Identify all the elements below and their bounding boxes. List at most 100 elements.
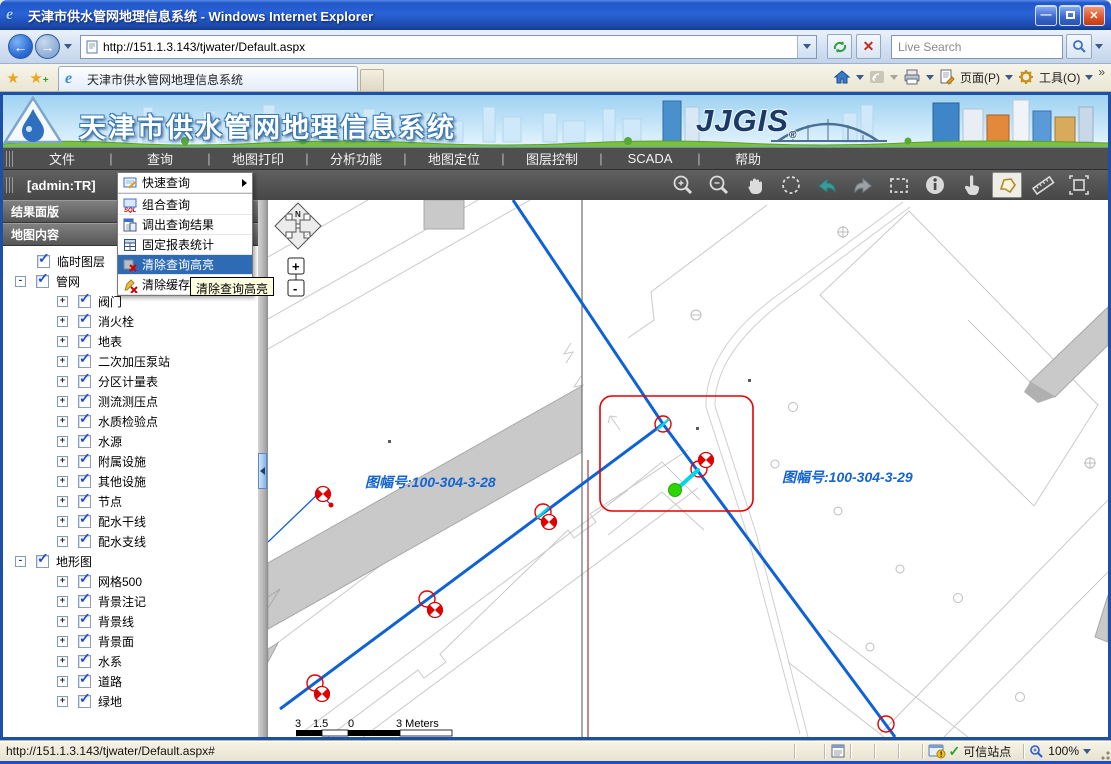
history-dropdown-icon[interactable] [64, 44, 72, 49]
menu-item-combo-query[interactable]: SQL 组合查询 [118, 195, 252, 215]
expand-expander-icon[interactable]: + [57, 476, 68, 487]
page-dropdown-icon[interactable] [1005, 75, 1013, 80]
layer-label[interactable]: 道路 [98, 673, 122, 690]
menu-map-print[interactable]: 地图打印 [213, 149, 303, 168]
home-dropdown-icon[interactable] [856, 75, 864, 80]
expand-expander-icon[interactable]: + [57, 316, 68, 327]
layer-checkbox[interactable]: ✓ [78, 335, 91, 348]
previous-extent-tool[interactable] [812, 172, 842, 198]
layer-label[interactable]: 地表 [98, 333, 122, 350]
zoom-in-tool[interactable] [668, 172, 698, 198]
map-zoom-buttons[interactable]: + - [288, 258, 304, 296]
zoom-out-tool[interactable] [704, 172, 734, 198]
expand-expander-icon[interactable]: + [57, 456, 68, 467]
layer-checkbox[interactable]: ✓ [78, 635, 91, 648]
toolbar-overflow-chevron[interactable]: » [1098, 65, 1105, 79]
tools-menu-label[interactable]: 工具(O) [1039, 69, 1080, 86]
pan-tool[interactable] [740, 172, 770, 198]
layer-checkbox[interactable]: ✓ [78, 315, 91, 328]
expand-expander-icon[interactable]: + [57, 596, 68, 607]
layer-label[interactable]: 水系 [98, 653, 122, 670]
menu-item-clear-highlight[interactable]: 清除查询高亮 [118, 255, 252, 275]
maximize-button[interactable] [1059, 5, 1081, 26]
layer-checkbox[interactable]: ✓ [78, 515, 91, 528]
layer-label[interactable]: 其他设施 [98, 473, 146, 490]
map-viewport[interactable]: 图幅号:100-304-3-28 图幅号:100-304-3-29 3 1.5 … [268, 200, 1108, 737]
layer-label[interactable]: 背景面 [98, 633, 134, 650]
expand-expander-icon[interactable]: + [57, 576, 68, 587]
layer-label[interactable]: 配水支线 [98, 533, 146, 550]
menu-map-locate[interactable]: 地图定位 [409, 149, 499, 168]
expand-expander-icon[interactable]: + [57, 496, 68, 507]
layer-label[interactable]: 地形图 [56, 553, 92, 570]
menu-help[interactable]: 帮助 [703, 149, 793, 168]
menu-file[interactable]: 文件 [17, 149, 107, 168]
add-favorite-button[interactable]: ★+ [26, 69, 52, 91]
layer-checkbox[interactable]: ✓ [78, 375, 91, 388]
collapse-expander-icon[interactable]: - [15, 556, 26, 567]
feeds-icon[interactable] [869, 70, 885, 84]
layer-checkbox[interactable]: ✓ [78, 355, 91, 368]
layer-checkbox[interactable]: ✓ [78, 595, 91, 608]
layer-label[interactable]: 管网 [56, 273, 80, 290]
layer-label[interactable]: 绿地 [98, 693, 122, 710]
layer-label[interactable]: 附属设施 [98, 453, 146, 470]
collapse-expander-icon[interactable]: - [15, 276, 26, 287]
menu-query[interactable]: 查询 [115, 149, 205, 168]
layer-label[interactable]: 临时图层 [57, 253, 105, 270]
layer-checkbox[interactable]: ✓ [78, 655, 91, 668]
expand-expander-icon[interactable]: + [57, 336, 68, 347]
layer-checkbox[interactable]: ✓ [78, 495, 91, 508]
layer-label[interactable]: 网格500 [98, 573, 142, 590]
expand-expander-icon[interactable]: + [57, 396, 68, 407]
resize-grip[interactable] [1097, 747, 1111, 761]
tools-dropdown-icon[interactable] [1085, 75, 1093, 80]
layer-checkbox[interactable]: ✓ [78, 435, 91, 448]
layer-checkbox[interactable]: ✓ [78, 615, 91, 628]
address-field[interactable]: http://151.1.3.143/tjwater/Default.aspx [80, 35, 817, 59]
expand-expander-icon[interactable]: + [57, 296, 68, 307]
expand-expander-icon[interactable]: + [57, 616, 68, 627]
menu-analysis[interactable]: 分析功能 [311, 149, 401, 168]
active-tab[interactable]: e 天津市供水管网地理信息系统 [58, 66, 358, 91]
back-button[interactable]: ← [8, 34, 33, 59]
menu-layer-control[interactable]: 图层控制 [507, 149, 597, 168]
menu-scada[interactable]: SCADA [605, 151, 695, 166]
layer-checkbox[interactable]: ✓ [78, 475, 91, 488]
map-nav-widget[interactable]: N [275, 203, 321, 249]
layer-checkbox[interactable]: ✓ [78, 455, 91, 468]
layer-checkbox[interactable]: ✓ [36, 275, 49, 288]
menu-item-quick-query[interactable]: 快速查询 [118, 173, 252, 193]
expand-expander-icon[interactable]: + [57, 636, 68, 647]
layer-label[interactable]: 配水干线 [98, 513, 146, 530]
polygon-select-tool[interactable] [992, 172, 1022, 198]
next-extent-tool[interactable] [848, 172, 878, 198]
stop-button[interactable]: ✕ [856, 34, 881, 59]
layer-label[interactable]: 分区计量表 [98, 373, 158, 390]
expand-expander-icon[interactable]: + [57, 436, 68, 447]
layer-checkbox[interactable]: ✓ [78, 395, 91, 408]
menu-item-fixed-reports[interactable]: 固定报表统计 [118, 235, 252, 255]
page-menu-icon[interactable] [939, 69, 955, 85]
layer-label[interactable]: 二次加压泵站 [98, 353, 170, 370]
toolstrip-grip[interactable] [6, 177, 13, 193]
layer-label[interactable]: 背景注记 [98, 593, 146, 610]
favorites-button[interactable]: ★ [0, 69, 26, 91]
layer-checkbox[interactable]: ✓ [78, 295, 91, 308]
refresh-button[interactable] [827, 34, 852, 59]
rectangle-select-tool[interactable] [884, 172, 914, 198]
collapse-handle[interactable] [258, 453, 267, 489]
circle-select-tool[interactable] [776, 172, 806, 198]
expand-expander-icon[interactable]: + [57, 516, 68, 527]
full-extent-tool[interactable] [1064, 172, 1094, 198]
menu-item-recall-results[interactable]: 调出查询结果 [118, 215, 252, 235]
print-icon[interactable] [903, 69, 921, 85]
forward-button[interactable]: → [35, 34, 60, 59]
layer-checkbox[interactable]: ✓ [78, 415, 91, 428]
title-bar[interactable]: e 天津市供水管网地理信息系统 - Windows Internet Explo… [0, 0, 1111, 30]
layer-label[interactable]: 节点 [98, 493, 122, 510]
layer-checkbox[interactable]: ✓ [78, 575, 91, 588]
expand-expander-icon[interactable]: + [57, 376, 68, 387]
new-tab-button[interactable] [360, 69, 384, 91]
menu-grip[interactable] [6, 151, 13, 167]
